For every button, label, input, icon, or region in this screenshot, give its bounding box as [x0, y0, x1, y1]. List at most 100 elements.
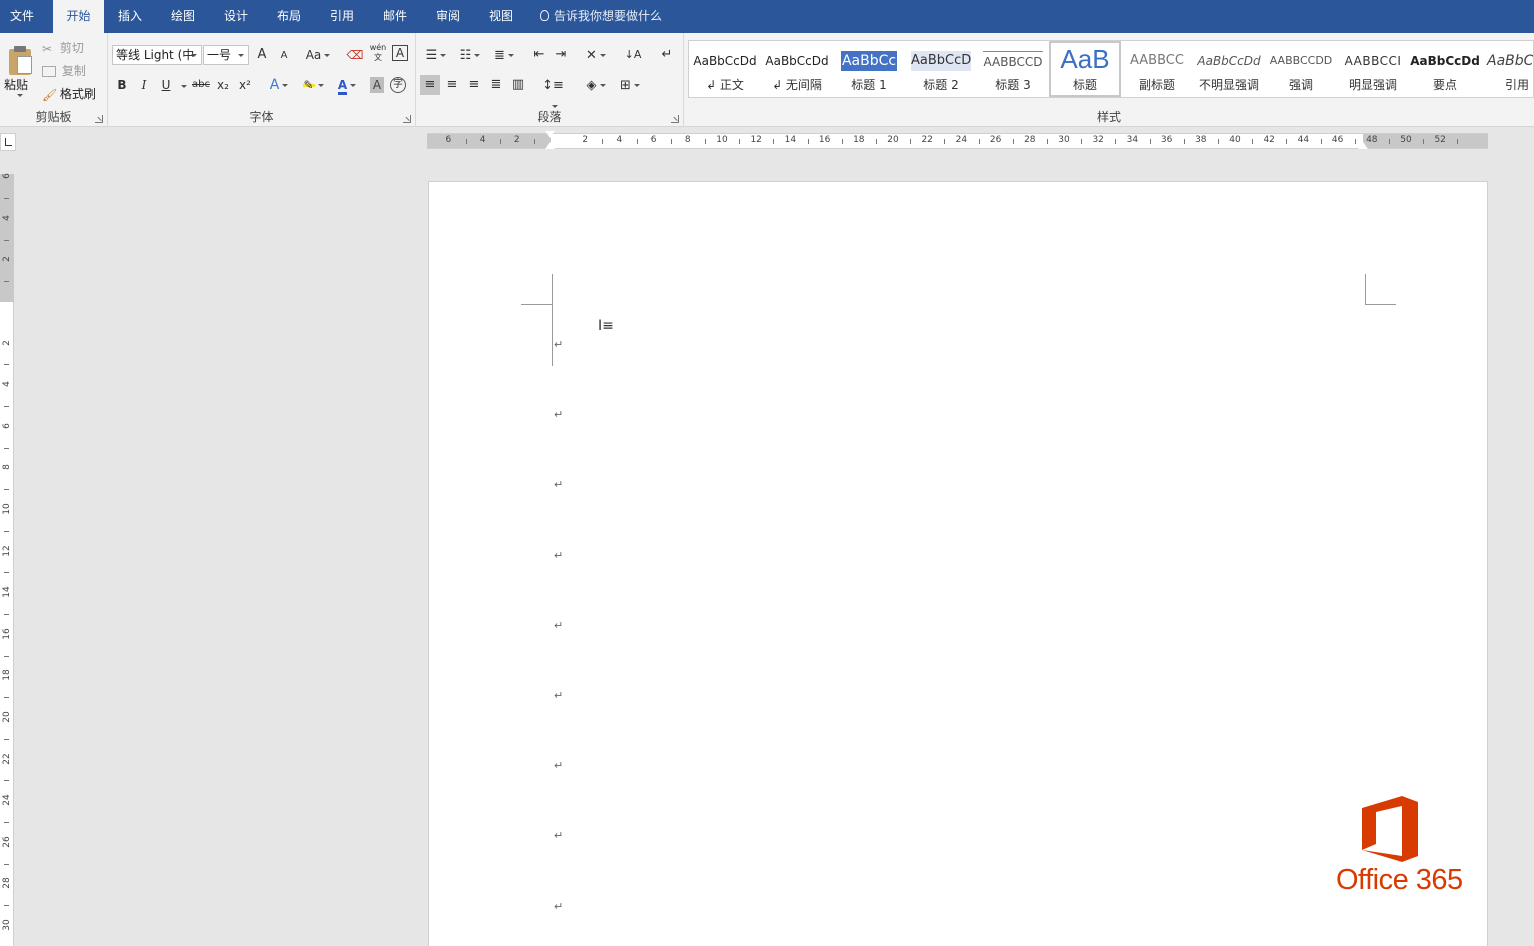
justify-icon[interactable]: ≣	[486, 75, 506, 95]
right-indent-marker[interactable]	[1358, 142, 1368, 149]
paragraph-mark[interactable]: ↵	[554, 338, 563, 351]
ruler-tick-label: 6	[650, 135, 657, 145]
show-marks-icon[interactable]: ↵	[658, 45, 676, 65]
highlight-button[interactable]: ✎	[300, 75, 326, 95]
style-subtle-emphasis[interactable]: AaBbCcDd 不明显强调	[1193, 41, 1265, 97]
tab-mailings[interactable]: 邮件	[373, 0, 417, 33]
style-emphasis[interactable]: AABBCCDD 强调	[1265, 41, 1337, 97]
style-title[interactable]: AaB 标题	[1049, 41, 1121, 97]
chevron-down-icon[interactable]	[181, 85, 187, 88]
sort-icon[interactable]: ↓A	[624, 45, 642, 65]
style-heading-1[interactable]: AaBbCc 标题 1	[833, 41, 905, 97]
tab-view[interactable]: 视图	[479, 0, 523, 33]
ruler-tick-mark	[4, 655, 9, 657]
borders-button[interactable]: ⊞	[616, 75, 644, 95]
paragraph-mark[interactable]: ↵	[554, 408, 563, 421]
style-strong[interactable]: AaBbCcDd 要点	[1409, 41, 1481, 97]
shading-button[interactable]: ◈	[582, 75, 610, 95]
paragraph-mark[interactable]: ↵	[554, 549, 563, 562]
tab-insert[interactable]: 插入	[108, 0, 152, 33]
bold-button[interactable]: B	[114, 75, 130, 95]
increase-indent-icon[interactable]: ⇥	[552, 45, 570, 65]
paragraph-mark[interactable]: ↵	[554, 900, 563, 913]
chinese-layout-button[interactable]: ✕	[582, 45, 610, 65]
copy-button[interactable]: 复制	[42, 62, 86, 79]
italic-button[interactable]: I	[136, 75, 152, 95]
align-right-icon[interactable]: ≡	[464, 75, 484, 95]
phonetic-guide-button[interactable]: wén 文	[368, 43, 388, 63]
grow-font-button[interactable]: A	[254, 45, 270, 65]
format-painter-button[interactable]: 🖌 格式刷	[42, 85, 96, 102]
cut-button[interactable]: ✂ 剪切	[42, 39, 84, 56]
style-name: 明显强调	[1348, 78, 1397, 92]
style-heading-3[interactable]: AABBCCD 标题 3	[977, 41, 1049, 97]
numbering-button[interactable]: ☷	[456, 45, 484, 65]
paste-button[interactable]: 粘贴	[2, 37, 36, 103]
align-center-icon[interactable]: ≡	[442, 75, 462, 95]
strikethrough-button[interactable]: abc	[190, 75, 212, 95]
paint-bucket-icon: ◈	[586, 78, 597, 93]
tell-me-box[interactable]: 告诉我你想要做什么	[540, 0, 662, 33]
ruler-tick-mark	[1012, 139, 1014, 144]
style-no-spacing[interactable]: AaBbCcDd ↲ 无间隔	[761, 41, 833, 97]
char-shading-button[interactable]: A	[370, 77, 384, 93]
tab-references[interactable]: 引用	[320, 0, 364, 33]
tab-design[interactable]: 设计	[214, 0, 258, 33]
ruler-tick-mark	[602, 139, 604, 144]
dialog-launcher-icon[interactable]	[95, 115, 103, 123]
char-border-button[interactable]: A	[392, 45, 408, 61]
style-normal[interactable]: AaBbCcDd ↲ 正文	[689, 41, 761, 97]
superscript-button[interactable]: x²	[236, 75, 254, 95]
change-case-button[interactable]: Aa	[304, 45, 332, 65]
line-spacing-button[interactable]: ↕≡	[538, 75, 568, 108]
enclose-char-button[interactable]: 字	[390, 77, 406, 93]
ruler-tick-mark	[1149, 139, 1151, 144]
tab-home[interactable]: 开始	[53, 0, 104, 33]
chinese-layout-icon: ✕	[586, 48, 597, 63]
tab-layout[interactable]: 布局	[267, 0, 311, 33]
style-heading-2[interactable]: AaBbCcD 标题 2	[905, 41, 977, 97]
align-left-icon[interactable]: ≡	[420, 75, 440, 95]
underline-button[interactable]: U	[158, 75, 174, 95]
clear-format-icon[interactable]: ⌫	[346, 45, 364, 65]
ruler-tick-label: 12	[750, 135, 762, 145]
office-365-logo: Office 365	[1336, 794, 1466, 904]
hanging-indent-marker[interactable]	[545, 142, 555, 149]
document-page[interactable]: ↵ ↵ ↵ ↵ ↵ ↵ ↵ ↵ ↵ I≡	[428, 181, 1488, 946]
font-color-label: A	[337, 79, 348, 95]
decrease-indent-icon[interactable]: ⇤	[530, 45, 548, 65]
paste-label: 粘贴	[4, 78, 29, 92]
distributed-icon[interactable]: ▥	[508, 75, 528, 95]
tab-review[interactable]: 审阅	[426, 0, 470, 33]
ruler-tick-mark	[944, 139, 946, 144]
paragraph-mark[interactable]: ↵	[554, 759, 563, 772]
paragraph-mark[interactable]: ↵	[554, 689, 563, 702]
paragraph-mark[interactable]: ↵	[554, 619, 563, 632]
paragraph-mark[interactable]: ↵	[554, 478, 563, 491]
dialog-launcher-icon[interactable]	[403, 115, 411, 123]
dialog-launcher-icon[interactable]	[671, 115, 679, 123]
font-color-button[interactable]: A	[334, 75, 360, 95]
bullets-button[interactable]: ☰	[422, 45, 450, 65]
subscript-button[interactable]: x₂	[214, 75, 232, 95]
vertical-ruler[interactable]: 6 4 2 2 4 6 8 10 12 14 16 18 20 22 24 26 28 30	[0, 173, 14, 946]
numbered-list-icon: ☷	[459, 48, 472, 63]
text-effects-button[interactable]: A	[268, 75, 290, 95]
ruler-tick-label: 6	[2, 422, 12, 429]
horizontal-ruler[interactable]: 6 4 2 2 4 6 8 10 12 14 16 18 20 22 24 26 28 30 32 34 36 38 40 4…	[427, 131, 1488, 149]
tab-file[interactable]: 文件	[0, 0, 44, 33]
tab-selector-icon[interactable]	[0, 133, 16, 151]
style-name: 引用	[1505, 78, 1530, 92]
font-family-select[interactable]: 等线 Light (中	[112, 45, 202, 65]
style-subtitle[interactable]: AABBCC 副标题	[1121, 41, 1193, 97]
multilevel-list-button[interactable]: ≣	[490, 45, 518, 65]
styles-gallery: AaBbCcDd ↲ 正文 AaBbCcDd ↲ 无间隔 AaBbCc 标题 1…	[688, 40, 1534, 98]
ruler-tick-label: 12	[2, 544, 12, 557]
style-intense-emphasis[interactable]: AABBCCI 明显强调	[1337, 41, 1409, 97]
first-line-indent-marker[interactable]	[545, 131, 555, 138]
paragraph-mark[interactable]: ↵	[554, 829, 563, 842]
tab-draw[interactable]: 绘图	[161, 0, 205, 33]
shrink-font-button[interactable]: A	[276, 46, 292, 66]
style-quote[interactable]: AaBbCc 引用	[1481, 41, 1533, 97]
font-size-select[interactable]: 一号	[203, 45, 249, 65]
